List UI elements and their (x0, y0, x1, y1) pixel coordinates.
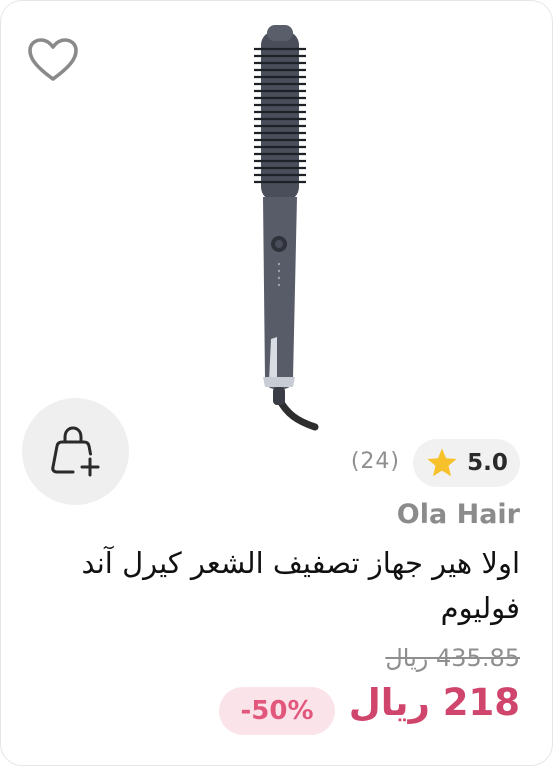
original-price: 435.85 ريال (385, 644, 520, 672)
review-count[interactable]: (24) (351, 449, 400, 474)
product-image[interactable] (237, 19, 337, 431)
add-to-cart-button[interactable] (22, 398, 129, 505)
heart-outline-icon (28, 38, 78, 81)
product-title[interactable]: اولا هير جهاز تصفيف الشعر كيرل آند فوليو… (20, 541, 520, 631)
wishlist-button[interactable] (25, 35, 81, 85)
product-card[interactable]: 5.0 (24) Ola Hair اولا هير جهاز تصفيف ال… (0, 0, 553, 766)
shopping-bag-plus-icon (50, 425, 99, 476)
star-icon (427, 448, 457, 477)
sale-price: 218 ريال (348, 681, 520, 724)
rating-value: 5.0 (467, 450, 508, 476)
brand-name[interactable]: Ola Hair (397, 499, 520, 530)
rating-badge: 5.0 (413, 439, 520, 487)
discount-badge: -50% (219, 687, 335, 735)
